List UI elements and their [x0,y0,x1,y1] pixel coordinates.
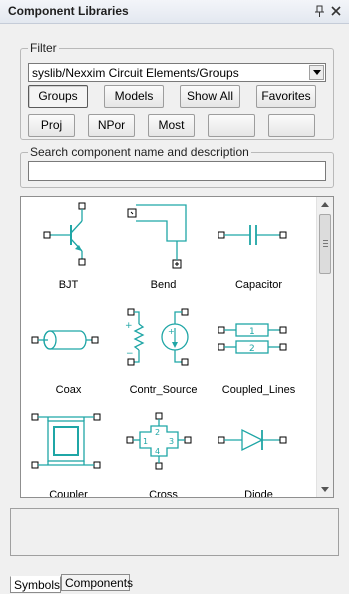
svg-text:+: + [125,321,133,331]
search-input[interactable] [28,161,326,181]
blank-button-2[interactable] [268,114,315,137]
svg-text:+: + [168,327,175,336]
filter-legend: Filter [28,41,59,55]
bjt-symbol-icon [43,202,86,266]
component-label-bjt: BJT [58,279,79,291]
svg-text:−: − [126,349,134,359]
component-item-coax[interactable]: Coax [21,306,116,410]
component-item-capacitor[interactable]: Capacitor [211,201,306,305]
component-label-coax: Coax [55,384,82,396]
blank-button-1[interactable] [208,114,255,137]
coax-symbol-icon [31,330,99,350]
svg-text:2: 2 [249,344,255,354]
chevron-down-icon[interactable] [309,65,324,80]
svg-text:1: 1 [249,327,255,337]
component-item-diode[interactable]: Diode [211,411,306,498]
component-item-coupler[interactable]: Coupler [21,411,116,498]
component-list[interactable]: BJT Bend Capacitor Coax + − + Contr_Sour… [20,196,334,498]
coupled-lines-symbol-icon: 1 2 [218,323,287,354]
panel-title-bar: Component Libraries [0,0,349,24]
search-legend: Search component name and description [28,145,251,159]
groups-button[interactable]: Groups [28,85,88,108]
diode-symbol-icon [218,428,287,452]
proj-button[interactable]: Proj [28,114,75,137]
show-all-button[interactable]: Show All [180,85,240,108]
panel-title: Component Libraries [8,4,129,18]
coupler-symbol-icon [31,413,101,469]
bend-symbol-icon [127,204,187,269]
component-item-contr-source[interactable]: + − + Contr_Source [116,306,211,410]
component-item-coupled-lines[interactable]: 1 2 Coupled_Lines [211,306,306,410]
library-select-value: syslib/Nexxim Circuit Elements/Groups [32,66,239,80]
cross-symbol-icon: 2 1 3 4 [126,412,192,470]
most-button[interactable]: Most [148,114,195,137]
component-label-bend: Bend [150,279,177,291]
tab-components[interactable]: Components [61,574,133,591]
list-scrollbar[interactable] [316,197,333,497]
svg-text:1: 1 [143,437,148,446]
component-item-cross[interactable]: 2 1 3 4 Cross [116,411,211,498]
close-icon[interactable] [329,4,343,18]
component-label-coupled-lines: Coupled_Lines [221,384,296,396]
component-item-bjt[interactable]: BJT [21,201,116,305]
svg-text:2: 2 [155,428,160,437]
scroll-up-icon[interactable] [321,202,329,207]
library-select[interactable]: syslib/Nexxim Circuit Elements/Groups [28,63,326,82]
scroll-down-icon[interactable] [321,487,329,492]
svg-text:3: 3 [169,437,174,446]
npor-button[interactable]: NPor [88,114,135,137]
favorites-button[interactable]: Favorites [256,85,316,108]
pin-icon[interactable] [313,4,327,18]
tab-symbols[interactable]: Symbols [10,576,61,593]
scrollbar-thumb[interactable] [319,214,331,274]
component-label-diode: Diode [244,489,273,498]
description-box [10,508,339,556]
component-item-bend[interactable]: Bend [116,201,211,305]
component-label-cross: Cross [149,489,178,498]
capacitor-symbol-icon [218,225,287,245]
component-label-capacitor: Capacitor [234,279,283,291]
component-label-coupler: Coupler [49,489,88,498]
component-label-contr-source: Contr_Source [129,384,198,396]
svg-text:4: 4 [155,447,160,456]
controlled-source-symbol-icon: + − + [125,308,189,366]
models-button[interactable]: Models [104,85,164,108]
